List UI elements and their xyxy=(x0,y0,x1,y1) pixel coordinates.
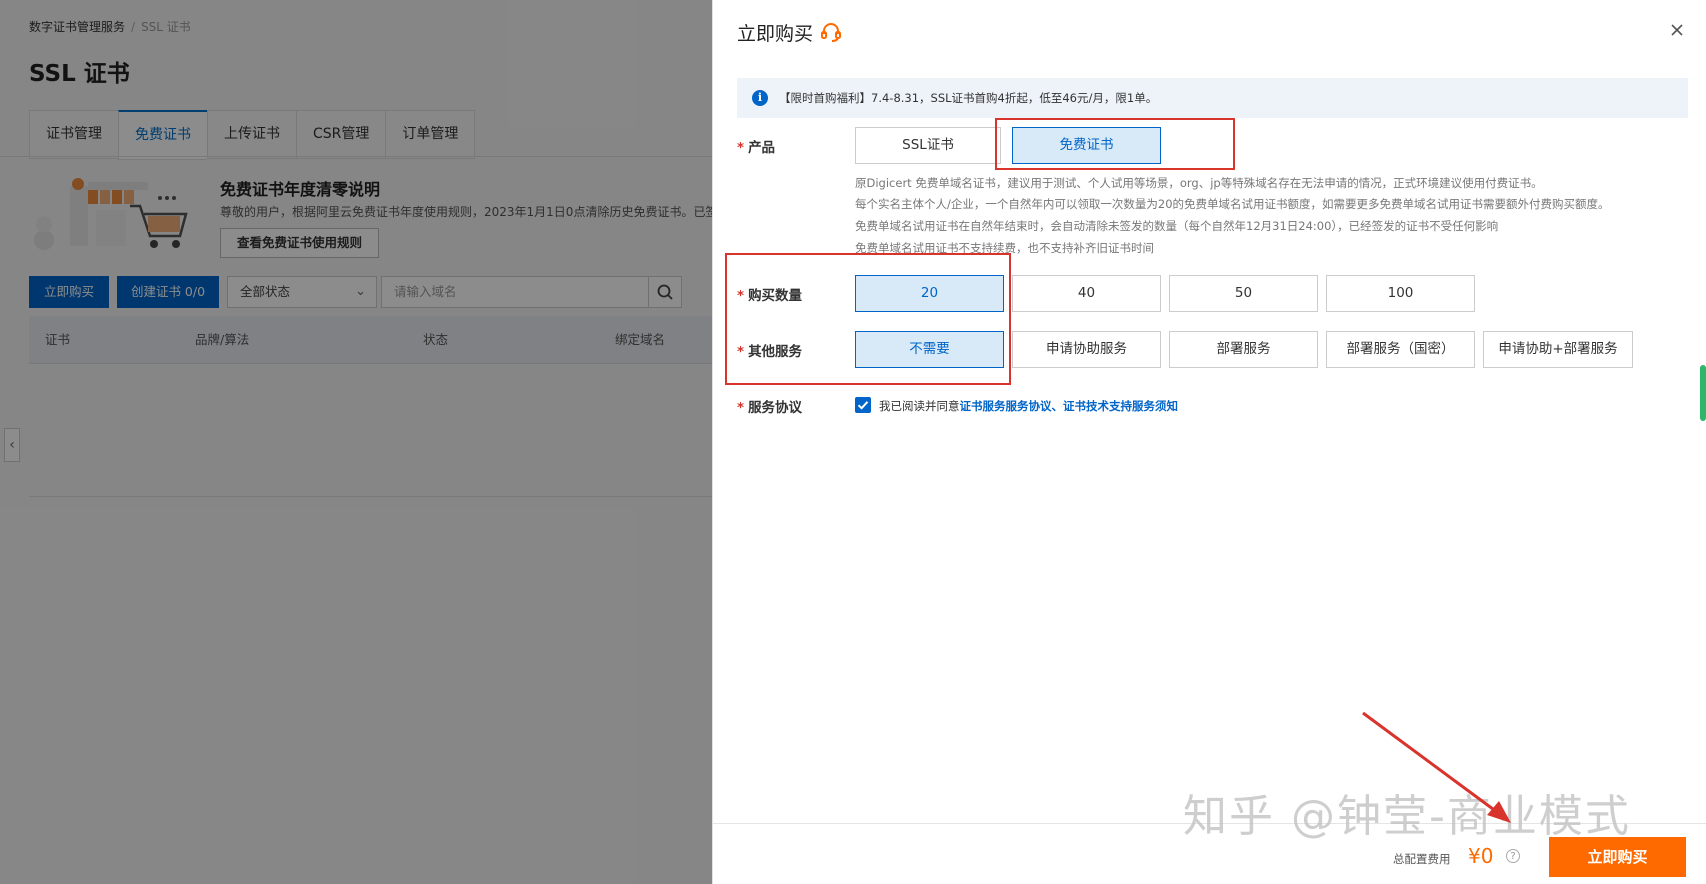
quantity-option-100[interactable]: 100 xyxy=(1326,275,1475,312)
agreement-checkbox[interactable] xyxy=(855,397,871,413)
checkmark-icon xyxy=(857,401,869,410)
quantity-option-40[interactable]: 40 xyxy=(1012,275,1161,312)
total-fee-value: ¥0 xyxy=(1468,844,1494,868)
service-option-assist-deploy[interactable]: 申请协助+部署服务 xyxy=(1483,331,1633,368)
total-fee-label: 总配置费用 xyxy=(1393,852,1451,866)
scroll-indicator[interactable] xyxy=(1700,365,1706,421)
modal-overlay[interactable] xyxy=(0,0,712,884)
highlight-box-quantity-services xyxy=(725,253,1011,385)
help-icon[interactable]: ? xyxy=(1506,849,1520,863)
agreement-text: 我已阅读并同意证书服务服务协议、证书技术支持服务须知 xyxy=(879,399,1178,413)
product-description-line: 免费单域名试用证书在自然年结束时，会自动清除未签发的数量（每个自然年12月31日… xyxy=(855,219,1499,233)
red-arrow-annotation-icon xyxy=(1362,711,1511,823)
product-label: * 产品 xyxy=(737,140,776,156)
link-separator: 、 xyxy=(1051,399,1064,413)
service-option-assist[interactable]: 申请协助服务 xyxy=(1012,331,1161,368)
close-icon xyxy=(1671,24,1683,36)
drawer-title: 立即购买 xyxy=(737,23,814,45)
close-button[interactable] xyxy=(1665,18,1689,42)
service-option-deploy-sm[interactable]: 部署服务（国密） xyxy=(1326,331,1475,368)
product-option-ssl[interactable]: SSL证书 xyxy=(855,127,1001,164)
support-notice-link[interactable]: 证书技术支持服务须知 xyxy=(1063,399,1178,413)
required-asterisk: * xyxy=(737,140,745,156)
promo-banner: i 【限时首购福利】7.4-8.31，SSL证书首购4折起，低至46元/月，限1… xyxy=(737,78,1688,118)
agreement-label: * 服务协议 xyxy=(737,400,803,416)
quantity-option-50[interactable]: 50 xyxy=(1169,275,1318,312)
info-icon: i xyxy=(752,90,768,106)
purchase-drawer: 立即购买 i 【限时首购福利】7.4-8.31，SSL证书首购4折起，低至46元… xyxy=(712,0,1706,884)
service-agreement-link[interactable]: 证书服务服务协议 xyxy=(960,399,1052,413)
highlight-box-product xyxy=(995,118,1235,170)
service-option-deploy[interactable]: 部署服务 xyxy=(1169,331,1318,368)
promo-text: 【限时首购福利】7.4-8.31，SSL证书首购4折起，低至46元/月，限1单。 xyxy=(779,91,1158,105)
product-description-line: 原Digicert 免费单域名证书，建议用于测试、个人试用等场景，org、jp等… xyxy=(855,176,1543,190)
customer-service-icon[interactable] xyxy=(819,20,843,44)
product-description-line: 每个实名主体个人/企业，一个自然年内可以领取一次数量为20的免费单域名试用证书额… xyxy=(855,197,1610,211)
required-asterisk: * xyxy=(737,400,745,416)
